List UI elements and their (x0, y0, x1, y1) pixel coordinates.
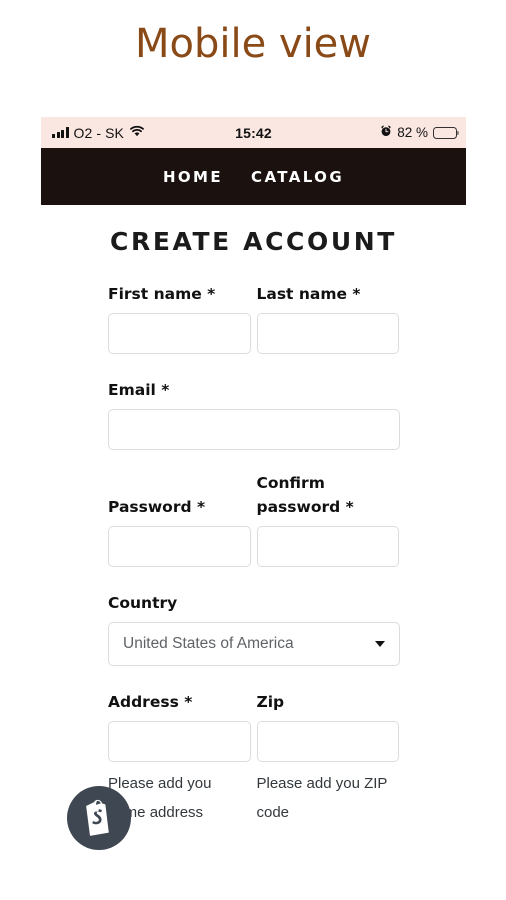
page-title: Mobile view (134, 21, 372, 67)
nav-link-catalog[interactable]: CATALOG (251, 168, 344, 186)
status-bar: O2 - SK 15:42 82 % (41, 117, 466, 148)
zip-field: Zip Please add you ZIP code (256, 690, 399, 828)
create-account-form: First name * Last name * Email * Passwor… (41, 282, 466, 828)
battery-percent-label: 82 % (397, 125, 428, 140)
email-field: Email * (108, 378, 400, 451)
password-field: Password * (108, 474, 251, 568)
shopify-logo-icon[interactable] (67, 786, 131, 850)
address-row: Address * Please add you home address Zi… (108, 690, 399, 828)
address-field: Address * Please add you home address (108, 690, 251, 828)
battery-icon (433, 126, 460, 139)
address-input[interactable] (108, 721, 251, 763)
last-name-input[interactable] (256, 313, 399, 355)
name-row: First name * Last name * (108, 282, 399, 355)
email-label: Email * (108, 381, 170, 400)
page-content: CREATE ACCOUNT First name * Last name * … (41, 227, 466, 828)
password-label: Password * (108, 498, 206, 517)
last-name-label: Last name * (256, 285, 361, 303)
first-name-field: First name * (108, 282, 251, 355)
form-heading: CREATE ACCOUNT (110, 227, 397, 256)
first-name-input[interactable] (108, 313, 251, 355)
confirm-password-label: Confirm password * (256, 474, 354, 517)
mobile-viewport: O2 - SK 15:42 82 % HOME CATALOG CREATE A… (41, 117, 466, 900)
status-bar-right: 82 % (380, 124, 460, 142)
zip-label: Zip (256, 693, 285, 712)
address-label: Address * (108, 693, 193, 712)
alarm-clock-icon (380, 124, 392, 142)
confirm-password-input[interactable] (256, 526, 399, 568)
password-row: Password * Confirm password * (108, 474, 399, 568)
country-selected-value: United States of America (123, 635, 294, 653)
zip-input[interactable] (256, 721, 399, 763)
email-input[interactable] (108, 409, 400, 451)
last-name-field: Last name * (256, 282, 399, 355)
country-select[interactable]: United States of America (108, 622, 400, 667)
password-input[interactable] (108, 526, 251, 568)
zip-help-text: Please add you ZIP code (256, 775, 388, 822)
country-field: Country United States of America (108, 591, 400, 667)
country-label: Country (108, 594, 178, 613)
site-navigation: HOME CATALOG (41, 148, 466, 205)
nav-link-home[interactable]: HOME (163, 168, 223, 186)
country-select-wrap: United States of America (108, 622, 400, 667)
first-name-label: First name * (108, 285, 216, 303)
confirm-password-field: Confirm password * (256, 474, 399, 568)
